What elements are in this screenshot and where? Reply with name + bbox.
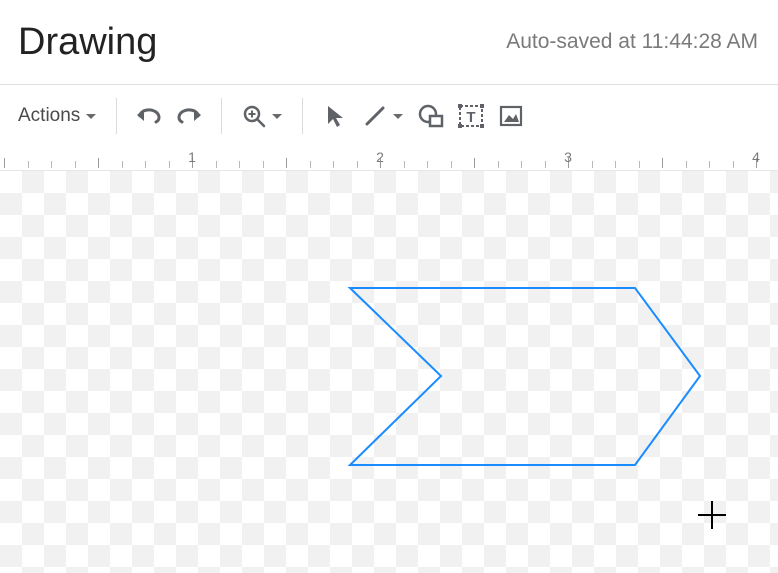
ruler-tick: [239, 161, 240, 168]
ruler-tick: [427, 161, 428, 168]
ruler-tick: [145, 161, 146, 168]
ruler-tick: [404, 161, 405, 168]
ruler-tick: [122, 161, 123, 168]
ruler-tick: [498, 161, 499, 168]
ruler-tick: [263, 161, 264, 168]
redo-button[interactable]: [169, 96, 209, 136]
undo-icon: [136, 106, 162, 126]
zoom-button[interactable]: [234, 96, 290, 136]
ruler-tick: [169, 161, 170, 168]
actions-menu-button[interactable]: Actions: [14, 99, 104, 133]
text-box-button[interactable]: T: [451, 96, 491, 136]
caret-down-icon: [86, 114, 96, 119]
ruler-tick: [216, 161, 217, 168]
line-icon: [363, 104, 387, 128]
actions-menu-label: Actions: [18, 105, 80, 127]
ruler-tick: [286, 158, 287, 168]
ruler-tick: [662, 158, 663, 168]
zoom-in-icon: [242, 104, 266, 128]
ruler-tick: [709, 161, 710, 168]
redo-icon: [176, 106, 202, 126]
svg-text:T: T: [467, 109, 476, 126]
line-tool-button[interactable]: [355, 96, 411, 136]
ruler-number: 2: [376, 149, 384, 165]
chevron-arrow-shape[interactable]: [350, 288, 700, 465]
image-icon: [499, 105, 523, 127]
drawing-canvas[interactable]: [0, 171, 778, 573]
toolbar: Actions: [0, 85, 778, 147]
ruler-tick: [333, 161, 334, 168]
ruler-tick: [98, 158, 99, 168]
ruler-tick: [4, 158, 5, 168]
ruler-tick: [592, 161, 593, 168]
ruler-tick: [75, 161, 76, 168]
autosave-status: Auto-saved at 11:44:28 AM: [506, 30, 758, 54]
canvas-svg: [0, 171, 778, 573]
toolbar-separator: [221, 98, 222, 134]
text-box-icon: T: [458, 104, 484, 128]
ruler-tick: [733, 161, 734, 168]
ruler-tick: [357, 161, 358, 168]
ruler-tick: [51, 161, 52, 168]
cursor-arrow-icon: [325, 104, 345, 128]
shapes-icon: [418, 104, 444, 128]
page-title: Drawing: [18, 21, 157, 64]
ruler-number: 1: [188, 149, 196, 165]
ruler-tick: [28, 161, 29, 168]
ruler-number: 3: [564, 149, 572, 165]
ruler-tick: [686, 161, 687, 168]
ruler-tick: [474, 158, 475, 168]
header-bar: Drawing Auto-saved at 11:44:28 AM: [0, 0, 778, 84]
ruler-tick: [639, 161, 640, 168]
undo-button[interactable]: [129, 96, 169, 136]
toolbar-separator: [302, 98, 303, 134]
horizontal-ruler: 1 2 3 4: [0, 147, 778, 171]
image-button[interactable]: [491, 96, 531, 136]
ruler-tick: [615, 161, 616, 168]
ruler-tick: [521, 161, 522, 168]
ruler-tick: [310, 161, 311, 168]
caret-down-icon: [393, 114, 403, 119]
toolbar-separator: [116, 98, 117, 134]
shape-tool-button[interactable]: [411, 96, 451, 136]
crosshair-cursor-icon: [698, 501, 726, 529]
caret-down-icon: [272, 114, 282, 119]
ruler-tick: [545, 161, 546, 168]
ruler-tick: [451, 161, 452, 168]
ruler-number: 4: [752, 149, 760, 165]
select-tool-button[interactable]: [315, 96, 355, 136]
